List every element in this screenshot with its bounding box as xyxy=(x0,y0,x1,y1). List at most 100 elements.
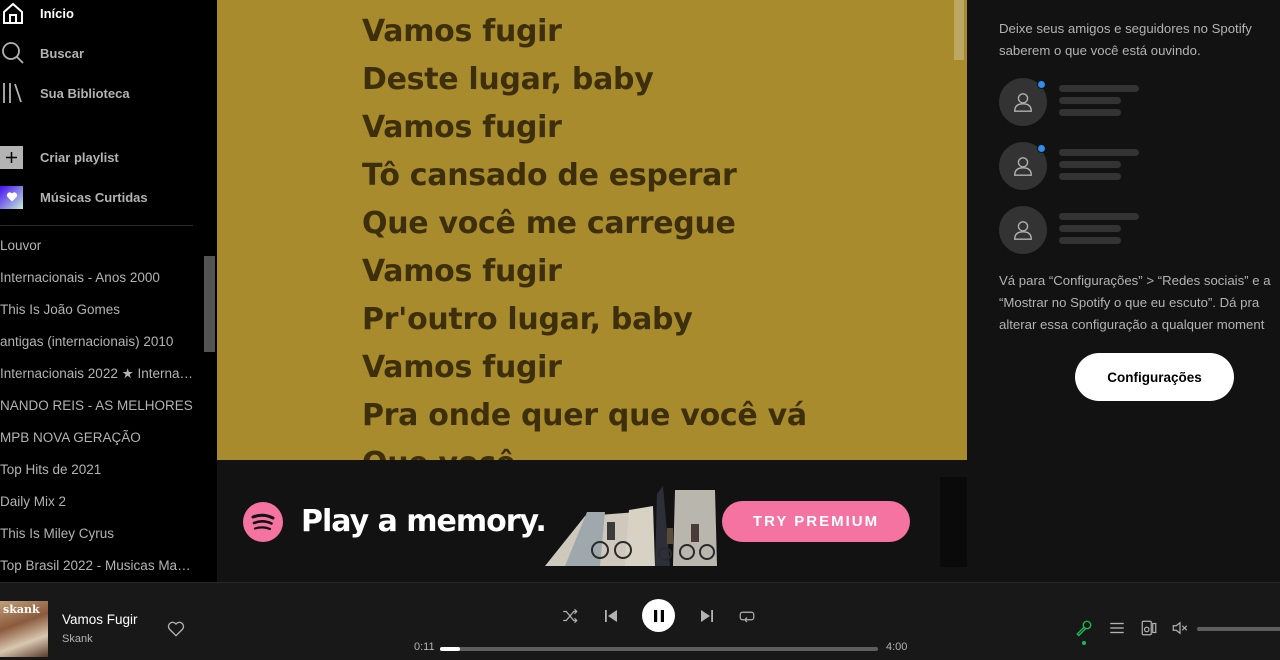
sidebar-item-label: Início xyxy=(40,5,74,21)
playlist-item[interactable]: Daily Mix 2 xyxy=(0,486,193,518)
playlist-item[interactable]: Top Hits de 2021 xyxy=(0,454,193,486)
library-icon xyxy=(0,80,26,106)
sidebar-item-label: Sua Biblioteca xyxy=(40,85,130,101)
previous-button[interactable] xyxy=(601,606,621,626)
playlist-list: Louvor Internacionais - Anos 2000 This I… xyxy=(0,230,200,582)
progress-fill xyxy=(440,647,461,651)
lyrics-button[interactable] xyxy=(1074,618,1094,638)
create-playlist-button[interactable]: Criar playlist xyxy=(0,142,119,172)
shuffle-icon xyxy=(563,608,578,624)
connect-device-button[interactable] xyxy=(1139,618,1159,638)
hint-line: alterar essa configuração a qualquer mom… xyxy=(999,317,1265,332)
lyric-line[interactable]: Tô cansado de esperar xyxy=(362,158,737,193)
repeat-icon xyxy=(739,611,755,623)
placeholder-bar xyxy=(1059,237,1121,244)
pause-icon xyxy=(653,609,664,622)
heart-icon xyxy=(0,185,23,209)
sidebar: Início Buscar Sua Biblioteca Criar playl… xyxy=(0,0,217,582)
lyric-line[interactable]: Que você xyxy=(362,446,516,460)
album-cover-text: skank xyxy=(3,603,40,616)
playlist-item[interactable]: Top Brasil 2022 - Musicas Mais Tocadas xyxy=(0,550,193,582)
user-icon xyxy=(999,206,1047,254)
friend-placeholder xyxy=(999,206,1199,254)
heart-outline-icon xyxy=(167,621,185,637)
playlist-item[interactable]: Internacionais - Anos 2000 xyxy=(0,262,193,294)
spotify-logo-icon xyxy=(243,502,283,542)
sidebar-scrollbar[interactable] xyxy=(204,256,215,352)
repeat-button[interactable] xyxy=(737,606,757,626)
track-artist[interactable]: Skank xyxy=(62,633,93,645)
lyric-line[interactable]: Deste lugar, baby xyxy=(362,62,654,97)
playlist-item[interactable]: NANDO REIS - AS MELHORES xyxy=(0,390,193,422)
online-dot xyxy=(1037,144,1046,153)
placeholder-bar xyxy=(1059,85,1139,92)
friend-activity-panel: Deixe seus amigos e seguidores no Spotif… xyxy=(967,0,1280,582)
sidebar-item-search[interactable]: Buscar xyxy=(0,38,84,68)
microphone-icon xyxy=(1076,620,1092,637)
sidebar-item-library[interactable]: Sua Biblioteca xyxy=(0,78,130,108)
lyric-line[interactable]: Pr'outro lugar, baby xyxy=(362,302,693,337)
ad-banner[interactable]: Play a memory. TRY PREMIUM xyxy=(217,460,967,582)
online-dot xyxy=(1037,80,1046,89)
placeholder-bar xyxy=(1059,109,1121,116)
liked-songs-button[interactable]: Músicas Curtidas xyxy=(0,182,148,212)
album-cover[interactable]: skank xyxy=(0,601,48,657)
playlist-item[interactable]: This Is Miley Cyrus xyxy=(0,518,193,550)
plus-icon xyxy=(0,145,23,169)
home-icon xyxy=(0,0,26,26)
lyric-line[interactable]: Vamos fugir xyxy=(362,350,562,385)
friend-activity-hint: Vá para “Configurações” > “Redes sociais… xyxy=(999,270,1280,336)
queue-button[interactable] xyxy=(1107,618,1127,638)
placeholder-bar xyxy=(1059,149,1139,156)
try-premium-button[interactable]: TRY PREMIUM xyxy=(722,501,910,542)
elapsed-time: 0:11 xyxy=(414,641,435,653)
lyric-line[interactable]: Vamos fugir xyxy=(362,110,562,145)
playlist-item[interactable]: Internacionais 2022 ★ Internacionais xyxy=(0,358,193,390)
track-title[interactable]: Vamos Fugir xyxy=(62,612,138,627)
player-bar: skank Vamos Fugir Skank 0:11 4:00 xyxy=(0,582,1280,660)
liked-songs-label: Músicas Curtidas xyxy=(40,189,148,205)
hint-line: Vá para “Configurações” > “Redes sociais… xyxy=(999,273,1271,288)
progress-bar[interactable] xyxy=(440,647,878,651)
friend-placeholder xyxy=(999,142,1199,190)
next-button[interactable] xyxy=(697,606,717,626)
search-icon xyxy=(0,40,26,66)
playlist-item[interactable]: This Is João Gomes xyxy=(0,294,193,326)
sidebar-item-home[interactable]: Início xyxy=(0,0,74,28)
total-time: 4:00 xyxy=(886,641,908,653)
like-button[interactable] xyxy=(166,619,186,639)
active-indicator-dot xyxy=(1082,641,1086,645)
ad-photo-image xyxy=(545,486,717,566)
lyric-line[interactable]: Que você me carregue xyxy=(362,206,736,241)
lyrics-scrollbar[interactable] xyxy=(954,0,964,60)
hint-line: “Mostrar no Spotify o que eu escuto”. Dá… xyxy=(999,295,1260,310)
playlist-item[interactable]: antigas (internacionais) 2010 xyxy=(0,326,193,358)
playlist-item[interactable]: Louvor xyxy=(0,230,193,262)
play-pause-button[interactable] xyxy=(642,599,675,632)
skip-back-icon xyxy=(605,610,617,622)
volume-muted-icon xyxy=(1172,621,1188,635)
ad-edge-panel xyxy=(940,477,967,567)
placeholder-bar xyxy=(1059,225,1121,232)
mute-button[interactable] xyxy=(1170,618,1190,638)
placeholder-bar xyxy=(1059,213,1139,220)
sidebar-divider xyxy=(0,225,193,226)
sidebar-item-label: Buscar xyxy=(40,45,85,61)
devices-icon xyxy=(1141,620,1157,636)
placeholder-bar xyxy=(1059,161,1121,168)
settings-button[interactable]: Configurações xyxy=(1075,353,1234,401)
lyrics-panel: Vamos fugir Deste lugar, baby Vamos fugi… xyxy=(217,0,967,460)
playlist-item[interactable]: MPB NOVA GERAÇÃO xyxy=(0,422,193,454)
lyric-line[interactable]: Vamos fugir xyxy=(362,14,562,49)
create-playlist-label: Criar playlist xyxy=(40,149,119,165)
friend-activity-description: Deixe seus amigos e seguidores no Spotif… xyxy=(999,21,1252,58)
friend-placeholder xyxy=(999,78,1199,126)
lyric-line[interactable]: Vamos fugir xyxy=(362,254,562,289)
placeholder-bar xyxy=(1059,173,1121,180)
queue-icon xyxy=(1110,622,1124,634)
ad-tagline: Play a memory. xyxy=(301,504,547,539)
volume-slider[interactable] xyxy=(1197,627,1280,631)
shuffle-button[interactable] xyxy=(560,606,580,626)
skip-forward-icon xyxy=(701,610,713,622)
lyric-line[interactable]: Pra onde quer que você vá xyxy=(362,398,807,433)
